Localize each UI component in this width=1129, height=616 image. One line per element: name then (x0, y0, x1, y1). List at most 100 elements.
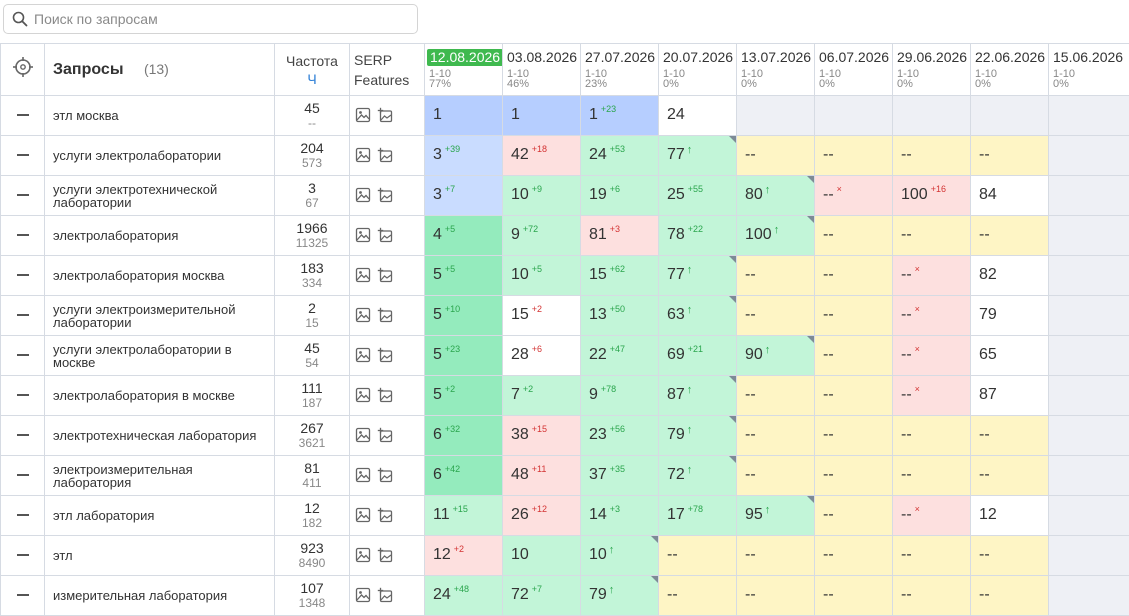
position-cell[interactable]: 42+18 (503, 136, 581, 176)
image-icon[interactable] (355, 107, 371, 123)
date-column-header[interactable]: 12.08.20261-1077% (425, 44, 503, 96)
position-cell[interactable]: -- (737, 536, 815, 576)
minus-icon[interactable] (17, 434, 29, 436)
position-cell[interactable]: 12 (971, 496, 1049, 536)
position-cell[interactable] (1049, 136, 1129, 176)
position-cell[interactable]: 10↑ (581, 536, 659, 576)
position-cell[interactable]: 1 (503, 96, 581, 136)
search-input[interactable] (34, 11, 394, 27)
row-action[interactable] (1, 416, 45, 456)
query-text[interactable]: электролаборатория москва (45, 256, 275, 296)
row-action[interactable] (1, 496, 45, 536)
images-plus-icon[interactable] (377, 387, 393, 403)
queries-header[interactable]: Запросы (13) (45, 44, 275, 96)
images-plus-icon[interactable] (377, 147, 393, 163)
position-cell[interactable]: 11+15 (425, 496, 503, 536)
row-action[interactable] (1, 456, 45, 496)
row-action[interactable] (1, 176, 45, 216)
minus-icon[interactable] (17, 514, 29, 516)
image-icon[interactable] (355, 307, 371, 323)
query-text[interactable]: этл (45, 536, 275, 576)
minus-icon[interactable] (17, 354, 29, 356)
position-cell[interactable]: 28+6 (503, 336, 581, 376)
position-cell[interactable]: 4+5 (425, 216, 503, 256)
position-cell[interactable]: -- (815, 216, 893, 256)
row-action[interactable] (1, 136, 45, 176)
position-cell[interactable]: 37+35 (581, 456, 659, 496)
position-cell[interactable]: 72↑ (659, 456, 737, 496)
position-cell[interactable]: --× (893, 256, 971, 296)
position-cell[interactable]: 5+23 (425, 336, 503, 376)
position-cell[interactable]: 13+50 (581, 296, 659, 336)
minus-icon[interactable] (17, 114, 29, 116)
details-corner-marker[interactable] (807, 176, 814, 183)
image-icon[interactable] (355, 267, 371, 283)
position-cell[interactable]: 100+16 (893, 176, 971, 216)
position-cell[interactable]: 95↑ (737, 496, 815, 536)
position-cell[interactable]: -- (971, 216, 1049, 256)
query-text[interactable]: этл лаборатория (45, 496, 275, 536)
minus-icon[interactable] (17, 594, 29, 596)
details-corner-marker[interactable] (729, 136, 736, 143)
minus-icon[interactable] (17, 194, 29, 196)
position-cell[interactable]: -- (737, 256, 815, 296)
frequency-header[interactable]: Частота Ч (275, 44, 350, 96)
images-plus-icon[interactable] (377, 507, 393, 523)
position-cell[interactable]: --× (893, 376, 971, 416)
position-cell[interactable]: 22+47 (581, 336, 659, 376)
row-action[interactable] (1, 536, 45, 576)
position-cell[interactable]: 15+62 (581, 256, 659, 296)
date-column-header[interactable]: 29.06.20261-100% (893, 44, 971, 96)
position-cell[interactable]: -- (893, 136, 971, 176)
query-text[interactable]: этл москва (45, 96, 275, 136)
position-cell[interactable]: --× (893, 496, 971, 536)
details-corner-marker[interactable] (807, 496, 814, 503)
position-cell[interactable]: 5+5 (425, 256, 503, 296)
position-cell[interactable]: 3+39 (425, 136, 503, 176)
query-text[interactable]: электролаборатория (45, 216, 275, 256)
details-corner-marker[interactable] (729, 256, 736, 263)
position-cell[interactable]: 69+21 (659, 336, 737, 376)
row-action[interactable] (1, 336, 45, 376)
position-cell[interactable]: 14+3 (581, 496, 659, 536)
position-cell[interactable]: -- (815, 376, 893, 416)
row-action[interactable] (1, 216, 45, 256)
images-plus-icon[interactable] (377, 307, 393, 323)
row-action[interactable] (1, 576, 45, 616)
details-corner-marker[interactable] (729, 296, 736, 303)
row-action[interactable] (1, 96, 45, 136)
position-cell[interactable]: 26+12 (503, 496, 581, 536)
position-cell[interactable]: -- (815, 576, 893, 616)
details-corner-marker[interactable] (729, 456, 736, 463)
details-corner-marker[interactable] (729, 376, 736, 383)
date-column-header[interactable]: 27.07.20261-1023% (581, 44, 659, 96)
images-plus-icon[interactable] (377, 107, 393, 123)
position-cell[interactable]: -- (893, 536, 971, 576)
position-cell[interactable]: 25+55 (659, 176, 737, 216)
position-cell[interactable]: 72+7 (503, 576, 581, 616)
position-cell[interactable]: -- (659, 536, 737, 576)
row-action[interactable] (1, 296, 45, 336)
position-cell[interactable]: -- (971, 536, 1049, 576)
minus-icon[interactable] (17, 154, 29, 156)
position-cell[interactable]: --× (893, 296, 971, 336)
position-cell[interactable]: -- (737, 136, 815, 176)
minus-icon[interactable] (17, 554, 29, 556)
position-cell[interactable]: 48+11 (503, 456, 581, 496)
position-cell[interactable] (815, 96, 893, 136)
query-text[interactable]: измерительная лаборатория (45, 576, 275, 616)
position-cell[interactable]: 100↑ (737, 216, 815, 256)
images-plus-icon[interactable] (377, 467, 393, 483)
position-cell[interactable] (1049, 216, 1129, 256)
date-column-header[interactable]: 20.07.20261-100% (659, 44, 737, 96)
position-cell[interactable]: 87 (971, 376, 1049, 416)
images-plus-icon[interactable] (377, 547, 393, 563)
crosshair-icon[interactable] (12, 56, 34, 78)
position-cell[interactable]: 10+5 (503, 256, 581, 296)
position-cell[interactable]: --× (815, 176, 893, 216)
position-cell[interactable] (1049, 576, 1129, 616)
position-cell[interactable]: -- (971, 576, 1049, 616)
position-cell[interactable]: -- (659, 576, 737, 616)
position-cell[interactable] (971, 96, 1049, 136)
position-cell[interactable] (1049, 416, 1129, 456)
